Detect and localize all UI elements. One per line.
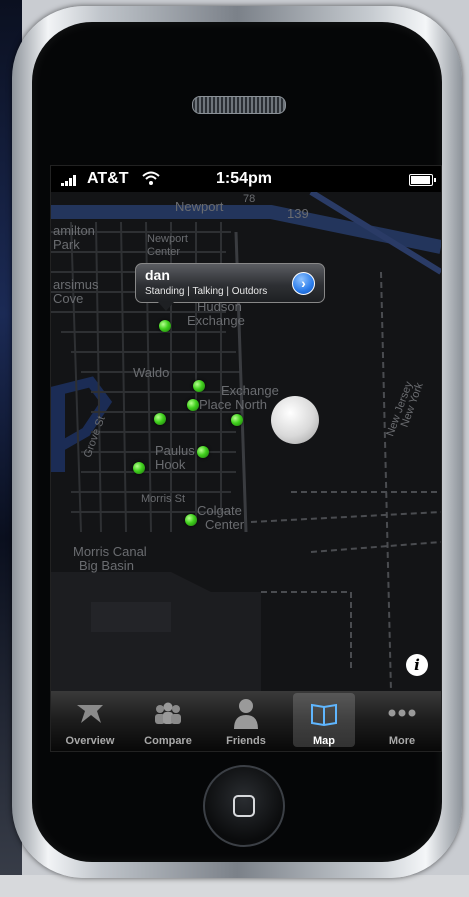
friend-pin[interactable]: [193, 380, 205, 392]
tab-friends[interactable]: Friends: [207, 691, 285, 751]
tab-compare[interactable]: Compare: [129, 691, 207, 751]
tab-more[interactable]: More: [363, 691, 441, 751]
tab-label: More: [388, 735, 416, 747]
callout-title: dan: [145, 267, 170, 283]
map-view[interactable]: Newport 139 amilton Park Newport Center …: [51, 192, 441, 692]
map-label: Newport: [175, 199, 224, 214]
map-label: Morris St: [141, 493, 185, 505]
map-label: Exchange: [187, 313, 245, 328]
earpiece-speaker: [192, 96, 286, 114]
map-label: Cove: [53, 291, 84, 306]
tab-map[interactable]: Map: [285, 691, 363, 751]
tab-label: Overview: [65, 735, 115, 747]
friend-pin[interactable]: [187, 399, 199, 411]
more-icon: [388, 709, 416, 717]
current-location-marker[interactable]: [271, 396, 319, 444]
map-label: Paulus: [155, 443, 195, 458]
status-time: 1:54pm: [216, 170, 273, 187]
status-bar: AT&T 1:54pm: [51, 166, 441, 192]
map-label: arsimus: [53, 277, 99, 292]
map-label: 139: [287, 206, 309, 221]
map-label: Colgate: [197, 503, 242, 518]
overview-icon: [77, 705, 103, 723]
disclosure-arrow-icon[interactable]: ›: [292, 272, 315, 295]
friend-pin[interactable]: [197, 446, 209, 458]
info-icon[interactable]: i: [406, 654, 428, 676]
map-label: Hook: [155, 457, 186, 472]
tab-bar: Overview Compare Friends Map More: [51, 691, 441, 751]
carrier-name: AT&T: [87, 170, 129, 187]
home-square-icon: [233, 795, 255, 817]
map-label: Place North: [199, 397, 267, 412]
map-label: amilton: [53, 223, 95, 238]
map-label: Center: [205, 517, 245, 532]
signal-strength-icon: [61, 174, 83, 186]
friend-pin[interactable]: [231, 414, 243, 426]
friend-callout[interactable]: dan Standing | Talking | Outdors ›: [135, 263, 325, 311]
tab-overview[interactable]: Overview: [51, 691, 129, 751]
phone-screen: AT&T 1:54pm Newport 139 amilton Park New…: [50, 165, 442, 752]
tab-label: Compare: [144, 735, 192, 747]
map-label: Morris Canal: [73, 544, 147, 559]
friend-pin[interactable]: [159, 320, 171, 332]
map-label: 78: [243, 193, 256, 205]
tab-label: Friends: [226, 735, 266, 747]
map-label: Big Basin: [79, 558, 134, 573]
map-label: Exchange: [221, 383, 279, 398]
background-bottom: [0, 875, 469, 897]
friend-pin[interactable]: [185, 514, 197, 526]
compare-icon: [155, 702, 181, 724]
book-icon: [311, 703, 337, 727]
friend-pin[interactable]: [133, 462, 145, 474]
callout-subtitle: Standing | Talking | Outdors: [145, 286, 268, 297]
map-label: Center: [147, 246, 181, 258]
map-label: Newport: [147, 233, 188, 245]
map-label: Waldo: [133, 365, 170, 380]
friend-pin[interactable]: [154, 413, 166, 425]
friends-icon: [234, 699, 258, 729]
battery-icon: [409, 174, 436, 186]
wifi-icon: [142, 171, 160, 185]
map-label: Park: [53, 237, 80, 252]
tab-label: Map: [313, 735, 335, 747]
home-button[interactable]: [203, 765, 285, 847]
